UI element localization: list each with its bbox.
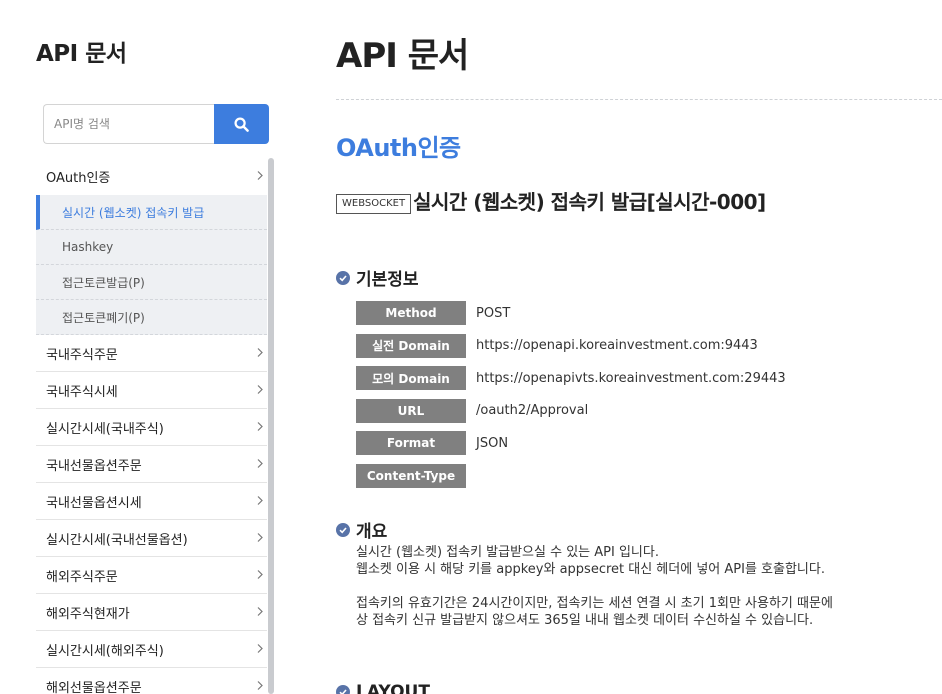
chevron-right-icon xyxy=(257,644,263,653)
info-value: /oauth2/Approval xyxy=(476,403,589,418)
heading-label: 기본정보 xyxy=(356,270,419,290)
overview-line: 접속키의 유효기간은 24시간이지만, 접속키는 세션 연결 시 초기 1회만 … xyxy=(356,596,833,611)
chevron-right-icon xyxy=(257,348,263,357)
search-input[interactable] xyxy=(43,104,214,144)
menu-item-label: 국내선물옵션주문 xyxy=(46,458,142,474)
menu-item-realtime-overseas-stock[interactable]: 실시간시세(해외주식) xyxy=(36,631,267,668)
chevron-right-icon xyxy=(257,607,263,616)
info-row-mock-domain: 모의 Domain https://openapivts.koreainvest… xyxy=(356,366,786,390)
menu-item-realtime-domestic-futures[interactable]: 실시간시세(국내선물옵션) xyxy=(36,520,267,557)
overview-line: 웹소켓 이용 시 해당 키를 appkey와 appsecret 대신 헤더에 … xyxy=(356,562,825,577)
page-title: API 문서 xyxy=(336,36,469,76)
menu-item-label: 실시간시세(국내주식) xyxy=(46,421,164,437)
sidebar-scrollbar[interactable] xyxy=(268,158,274,694)
api-header: WEBSOCKET 실시간 (웹소켓) 접속키 발급[실시간-000] xyxy=(336,186,766,215)
overview-gap xyxy=(356,578,942,595)
info-value: JSON xyxy=(476,435,509,451)
menu-item-overseas-futures-order[interactable]: 해외선물옵션주문 xyxy=(36,668,267,694)
section-title: OAuth인증 xyxy=(336,134,461,162)
search-bar xyxy=(43,104,269,144)
info-row-format: Format JSON xyxy=(356,431,786,455)
menu-item-domestic-stock-quote[interactable]: 국내주식시세 xyxy=(36,372,267,409)
submenu-item-token-revoke[interactable]: 접근토큰폐기(P) xyxy=(36,300,267,335)
title-divider xyxy=(336,99,942,100)
heading-label: LAYOUT xyxy=(356,682,430,694)
info-key: Method xyxy=(356,301,466,325)
check-circle-icon xyxy=(336,685,350,694)
submenu-item-label: Hashkey xyxy=(62,240,114,254)
info-value: https://openapi.koreainvestment.com:9443 xyxy=(476,338,758,353)
submenu-item-websocket-key[interactable]: 실시간 (웹소켓) 접속키 발급 xyxy=(36,195,267,230)
overview-heading: 개요 xyxy=(336,517,387,542)
sidebar-title: API 문서 xyxy=(36,41,127,67)
submenu-item-hashkey[interactable]: Hashkey xyxy=(36,230,267,265)
info-key: Content-Type xyxy=(356,463,466,488)
submenu-item-label: 접근토큰폐기(P) xyxy=(62,310,145,325)
menu-item-label: 국내주식주문 xyxy=(46,347,118,363)
info-key: 실전 Domain xyxy=(356,333,466,358)
check-circle-icon xyxy=(336,270,350,285)
menu-item-label: 국내주식시세 xyxy=(46,384,118,400)
submenu-item-token-issue[interactable]: 접근토큰발급(P) xyxy=(36,265,267,300)
menu-item-label: 해외주식현재가 xyxy=(46,606,130,622)
menu-item-domestic-futures-order[interactable]: 국내선물옵션주문 xyxy=(36,446,267,483)
overview-text: 실시간 (웹소켓) 접속키 발급받으실 수 있는 API 입니다. 웹소켓 이용… xyxy=(356,544,942,629)
menu-item-label: 해외선물옵션주문 xyxy=(46,680,142,694)
search-button[interactable] xyxy=(214,104,269,144)
chevron-right-icon xyxy=(257,171,263,180)
info-row-url: URL /oauth2/Approval xyxy=(356,398,786,423)
info-value: POST xyxy=(476,305,511,321)
info-key: 모의 Domain xyxy=(356,366,466,390)
overview-line: 상 접속키 신규 발급받지 않으셔도 365일 내내 웹소켓 데이터 수신하실 … xyxy=(356,613,814,628)
chevron-right-icon xyxy=(257,533,263,542)
info-row-content-type: Content-Type xyxy=(356,463,786,488)
api-menu: OAuth인증 실시간 (웹소켓) 접속키 발급 Hashkey 접근토큰발급(… xyxy=(36,157,267,694)
overview-line: 실시간 (웹소켓) 접속키 발급받으실 수 있는 API 입니다. xyxy=(356,545,659,560)
menu-item-overseas-stock-price[interactable]: 해외주식현재가 xyxy=(36,594,267,631)
basic-info-table: Method POST 실전 Domain https://openapi.ko… xyxy=(356,301,786,496)
info-key: Format xyxy=(356,431,466,455)
menu-item-oauth[interactable]: OAuth인증 xyxy=(36,157,267,195)
api-name: 실시간 (웹소켓) 접속키 발급[실시간-000] xyxy=(413,190,766,214)
chevron-right-icon xyxy=(257,496,263,505)
menu-item-realtime-domestic-stock[interactable]: 실시간시세(국내주식) xyxy=(36,409,267,446)
heading-label: 개요 xyxy=(356,522,388,542)
info-key: URL xyxy=(356,398,466,423)
menu-item-label: 실시간시세(국내선물옵션) xyxy=(46,532,188,548)
menu-item-label: 국내선물옵션시세 xyxy=(46,495,142,511)
chevron-right-icon xyxy=(257,459,263,468)
info-row-real-domain: 실전 Domain https://openapi.koreainvestmen… xyxy=(356,333,786,358)
info-value: https://openapivts.koreainvestment.com:2… xyxy=(476,370,786,386)
chevron-right-icon xyxy=(257,681,263,690)
chevron-right-icon xyxy=(257,385,263,394)
submenu-item-label: 접근토큰발급(P) xyxy=(62,275,145,290)
chevron-right-icon xyxy=(257,570,263,579)
chevron-right-icon xyxy=(257,422,263,431)
menu-item-domestic-stock-order[interactable]: 국내주식주문 xyxy=(36,335,267,372)
menu-item-overseas-stock-order[interactable]: 해외주식주문 xyxy=(36,557,267,594)
menu-item-label: 해외주식주문 xyxy=(46,569,118,585)
websocket-badge: WEBSOCKET xyxy=(336,193,412,214)
main-content: API 문서 OAuth인증 WEBSOCKET 실시간 (웹소켓) 접속키 발… xyxy=(336,0,942,694)
search-icon xyxy=(234,116,249,132)
menu-item-label: 실시간시세(해외주식) xyxy=(46,643,164,659)
layout-heading: LAYOUT xyxy=(336,682,430,694)
check-circle-icon xyxy=(336,522,350,537)
submenu-item-label: 실시간 (웹소켓) 접속키 발급 xyxy=(62,205,205,220)
submenu-oauth: 실시간 (웹소켓) 접속키 발급 Hashkey 접근토큰발급(P) 접근토큰폐… xyxy=(36,195,267,335)
menu-item-label: OAuth인증 xyxy=(46,170,111,186)
info-row-method: Method POST xyxy=(356,301,786,325)
sidebar: API 문서 OAuth인증 실시간 (웹소켓) 접속키 발급 Hashkey … xyxy=(0,0,300,694)
basic-info-heading: 기본정보 xyxy=(336,265,419,290)
menu-item-domestic-futures-quote[interactable]: 국내선물옵션시세 xyxy=(36,483,267,520)
